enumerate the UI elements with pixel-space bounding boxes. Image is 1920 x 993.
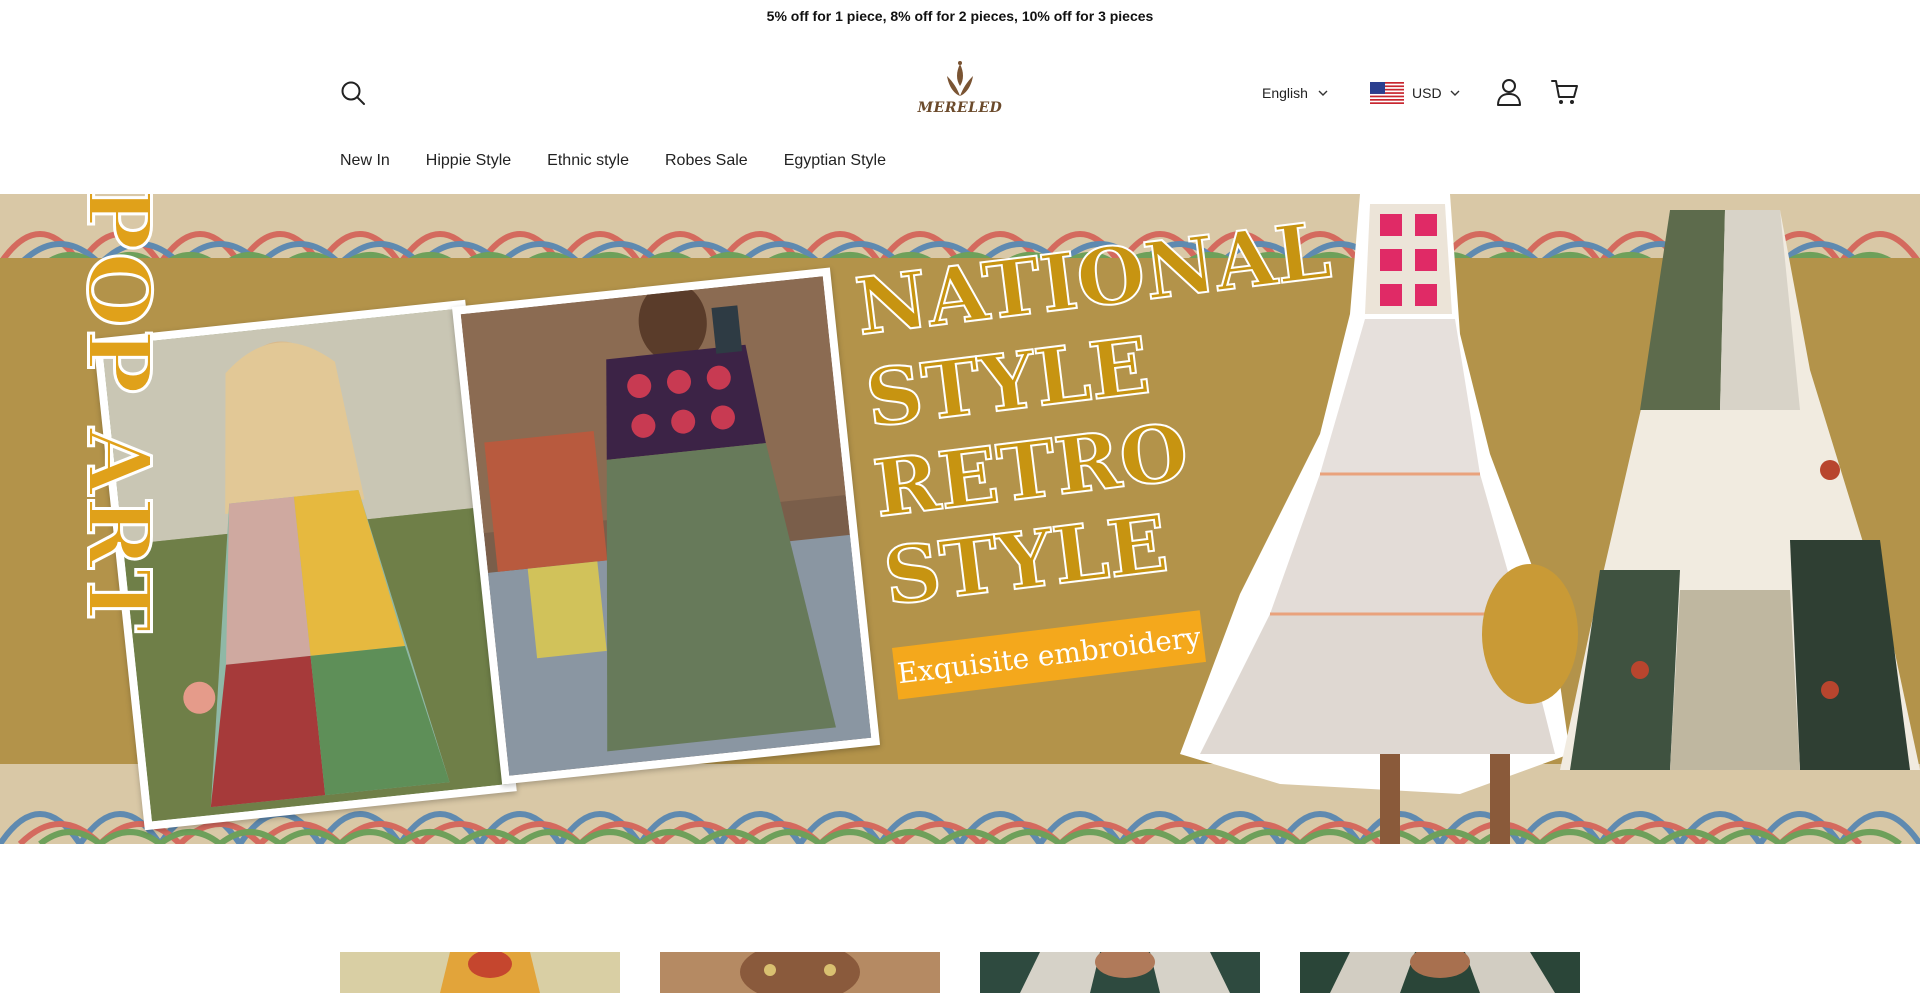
announcement-bar: 5% off for 1 piece, 8% off for 2 pieces,… xyxy=(0,0,1920,32)
account-button[interactable] xyxy=(1492,74,1526,110)
crochet-top-image xyxy=(460,276,872,776)
chevron-down-icon xyxy=(1318,90,1328,96)
hero-photo-crochet-top xyxy=(451,267,881,785)
us-flag-icon xyxy=(1370,82,1404,104)
logo-text: MERELED xyxy=(917,100,1003,116)
hero-patchwork-maxi-dress xyxy=(1560,210,1920,770)
product-image xyxy=(980,952,1260,993)
product-image xyxy=(1300,952,1580,993)
product-grid xyxy=(340,952,1580,993)
nav-item-hippie-style[interactable]: Hippie Style xyxy=(426,152,511,178)
nav-item-ethnic-style[interactable]: Ethnic style xyxy=(547,152,629,178)
language-label: English xyxy=(1262,85,1308,101)
hero-vertical-text: POP ART xyxy=(66,194,170,636)
currency-label: USD xyxy=(1412,85,1442,101)
logo-mark-icon xyxy=(947,61,973,96)
account-icon xyxy=(1497,79,1521,106)
product-image xyxy=(340,952,620,993)
main-nav: New In Hippie Style Ethnic style Robes S… xyxy=(340,152,922,178)
currency-selector[interactable]: USD xyxy=(1370,78,1460,108)
nav-item-egyptian-style[interactable]: Egyptian Style xyxy=(784,152,886,178)
cart-button[interactable] xyxy=(1548,74,1582,110)
announcement-text: 5% off for 1 piece, 8% off for 2 pieces,… xyxy=(766,8,1154,24)
nav-item-new-in[interactable]: New In xyxy=(340,152,390,178)
site-logo[interactable]: MERELED xyxy=(916,60,1004,126)
nav-item-robes-sale[interactable]: Robes Sale xyxy=(665,152,748,178)
language-selector[interactable]: English xyxy=(1262,80,1328,106)
product-image xyxy=(660,952,940,993)
chevron-down-icon xyxy=(1450,90,1460,96)
search-button[interactable] xyxy=(336,76,370,110)
product-card[interactable] xyxy=(1300,952,1580,993)
product-card[interactable] xyxy=(340,952,620,993)
product-card[interactable] xyxy=(980,952,1260,993)
cart-icon xyxy=(1551,80,1578,104)
search-icon xyxy=(341,81,365,105)
site-header: MERELED English USD xyxy=(0,32,1920,152)
product-card[interactable] xyxy=(660,952,940,993)
